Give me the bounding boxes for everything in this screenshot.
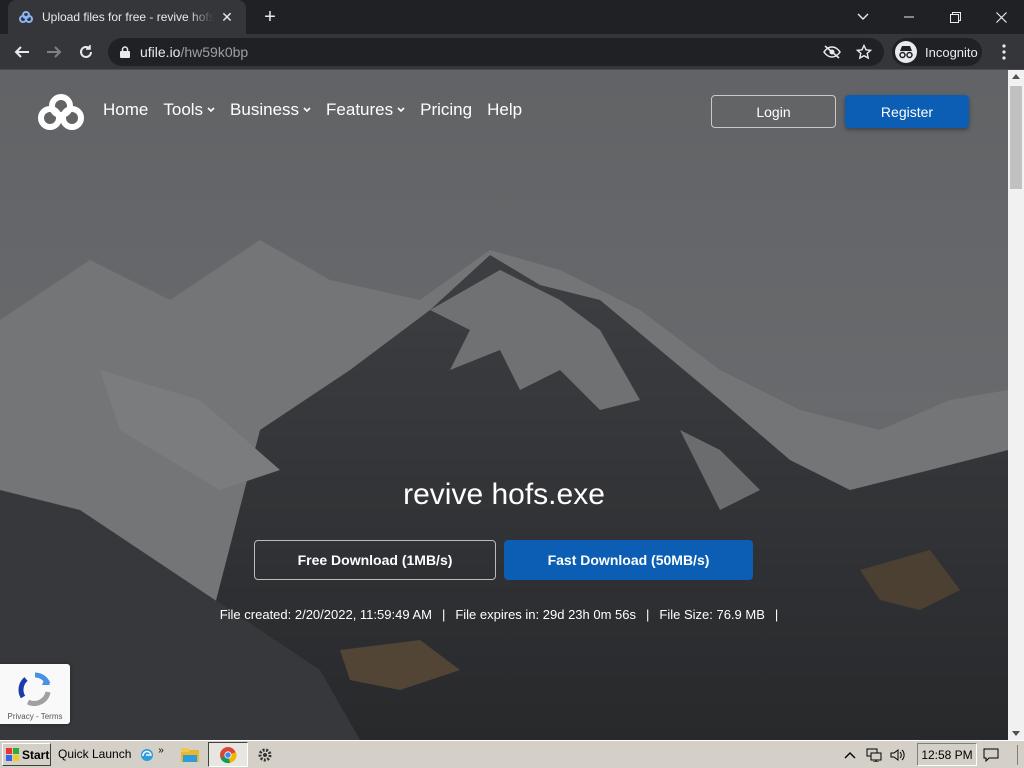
chevron-right-double-icon[interactable]: » bbox=[150, 739, 172, 761]
ufile-logo-icon[interactable] bbox=[38, 94, 84, 135]
tab-search-chevron-icon[interactable] bbox=[840, 0, 886, 34]
nav-item-features[interactable]: Features bbox=[326, 100, 405, 120]
recaptcha-badge[interactable]: Privacy - Terms bbox=[0, 664, 70, 724]
chevron-down-icon bbox=[303, 105, 311, 116]
quick-launch-label: Quick Launch bbox=[58, 747, 132, 761]
nav-item-label: Tools bbox=[163, 100, 204, 119]
file-explorer-icon[interactable] bbox=[179, 744, 201, 766]
restore-button[interactable] bbox=[932, 0, 978, 34]
nav-item-label: Help bbox=[487, 100, 523, 119]
tray-chevron-up-icon[interactable] bbox=[839, 744, 861, 766]
nav-item-pricing[interactable]: Pricing bbox=[420, 100, 472, 120]
separator: | bbox=[774, 607, 779, 622]
show-desktop-button[interactable] bbox=[1012, 744, 1024, 766]
file-info-bar: File created: 2/20/2022, 11:59:49 AM | Fil… bbox=[0, 607, 1008, 622]
page-scrollbar[interactable] bbox=[1008, 70, 1024, 740]
page-viewport: Home Tools Business Features Pricing Hel… bbox=[0, 70, 1008, 740]
nav-item-label: Home bbox=[103, 100, 149, 119]
start-label: Start bbox=[22, 747, 50, 762]
notification-icon[interactable] bbox=[980, 744, 1002, 766]
browser-menu-icon[interactable] bbox=[992, 38, 1016, 66]
scroll-down-arrow-icon[interactable] bbox=[1012, 731, 1020, 736]
network-icon[interactable] bbox=[863, 744, 885, 766]
url-path: /hw59k0bp bbox=[180, 44, 249, 60]
clock[interactable]: 12:58 PM bbox=[917, 743, 977, 766]
login-button[interactable]: Login bbox=[711, 95, 836, 128]
volume-icon[interactable] bbox=[887, 744, 909, 766]
incognito-profile-button[interactable]: Incognito bbox=[892, 38, 982, 66]
chevron-down-icon bbox=[397, 105, 405, 116]
windows-taskbar: Start Quick Launch » 12:58 PM bbox=[0, 740, 1024, 768]
reload-icon[interactable] bbox=[72, 38, 100, 66]
dark-overlay bbox=[0, 70, 1008, 740]
browser-tabstrip: Upload files for free - revive hofs.exe … bbox=[0, 0, 1024, 34]
tab-title: Upload files for free - revive hofs.exe … bbox=[42, 10, 214, 24]
file-expires: File expires in: 29d 23h 0m 56s bbox=[455, 607, 636, 622]
scroll-up-arrow-icon[interactable] bbox=[1012, 74, 1020, 79]
recaptcha-logo-icon bbox=[18, 672, 51, 706]
separator: | bbox=[646, 607, 650, 622]
register-button[interactable]: Register bbox=[845, 95, 969, 128]
settings-gear-icon[interactable] bbox=[254, 744, 276, 766]
file-size: File Size: 76.9 MB bbox=[659, 607, 765, 622]
chevron-down-icon bbox=[207, 105, 215, 116]
fast-download-button[interactable]: Fast Download (50MB/s) bbox=[504, 540, 753, 580]
close-window-button[interactable] bbox=[978, 0, 1024, 34]
address-bar[interactable]: ufile.io/hw59k0bp bbox=[108, 38, 884, 66]
nav-item-label: Pricing bbox=[420, 100, 473, 119]
nav-item-label: Features bbox=[326, 100, 394, 119]
nav-item-home[interactable]: Home bbox=[103, 100, 148, 120]
separator: | bbox=[441, 607, 446, 622]
tracking-blocked-eye-icon[interactable] bbox=[818, 38, 846, 66]
file-created: File created: 2/20/2022, 11:59:49 AM bbox=[219, 607, 432, 622]
back-arrow-icon[interactable] bbox=[8, 38, 36, 66]
lock-icon[interactable] bbox=[120, 46, 130, 58]
new-tab-button[interactable]: + bbox=[258, 6, 282, 28]
url-host: ufile.io bbox=[140, 44, 181, 60]
browser-tab[interactable]: Upload files for free - revive hofs.exe … bbox=[8, 0, 246, 34]
main-nav: Home Tools Business Features Pricing Hel… bbox=[103, 100, 537, 120]
windows-flag-icon bbox=[6, 747, 19, 761]
start-button[interactable]: Start bbox=[2, 743, 51, 766]
incognito-icon bbox=[895, 41, 917, 63]
free-download-button[interactable]: Free Download (1MB/s) bbox=[254, 540, 496, 580]
nav-item-help[interactable]: Help bbox=[487, 100, 522, 120]
file-name-title: revive hofs.exe bbox=[403, 478, 605, 511]
chrome-icon[interactable] bbox=[217, 744, 239, 766]
tab-close-icon[interactable]: ✕ bbox=[218, 9, 236, 26]
scrollbar-thumb[interactable] bbox=[1010, 86, 1022, 189]
nav-item-tools[interactable]: Tools bbox=[163, 100, 215, 120]
forward-arrow-icon[interactable] bbox=[40, 38, 68, 66]
minimize-button[interactable] bbox=[886, 0, 932, 34]
bookmark-star-icon[interactable] bbox=[850, 38, 878, 66]
recaptcha-terms-link[interactable]: Privacy - Terms bbox=[0, 712, 70, 721]
incognito-label: Incognito bbox=[925, 44, 978, 60]
browser-toolbar: ufile.io/hw59k0bp Incognito bbox=[0, 34, 1024, 70]
nav-item-label: Business bbox=[230, 100, 300, 119]
nav-item-business[interactable]: Business bbox=[230, 100, 311, 120]
ufile-favicon-icon bbox=[18, 9, 34, 25]
